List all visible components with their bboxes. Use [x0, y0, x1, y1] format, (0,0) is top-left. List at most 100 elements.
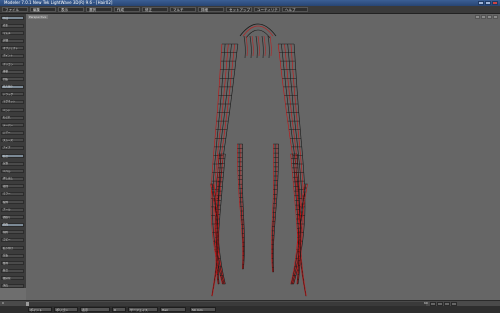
sidebar-button-label: ねじれ [3, 116, 11, 119]
sidebar-button-label: ナイフ [3, 146, 11, 149]
sidebar-button-label: 作成 [3, 16, 9, 20]
bang-strand [267, 35, 270, 59]
sidebar-button[interactable]: 反転 [1, 253, 24, 258]
sidebar-button[interactable]: ベベル [1, 169, 24, 173]
status-item[interactable]: 0 [112, 307, 126, 312]
menu-item[interactable]: 表示 [58, 7, 84, 12]
status-item[interactable]: 50 mm [190, 307, 216, 312]
sidebar-button[interactable]: 旋回 [1, 184, 24, 188]
sidebar-button[interactable]: 曲面 [1, 222, 24, 227]
sidebar-button[interactable]: 削除 [1, 230, 24, 234]
bang-strand-red [257, 35, 260, 57]
close-icon[interactable] [492, 1, 498, 5]
menu-item[interactable]: ファイル [2, 7, 28, 12]
sidebar-button-label: 配列 [3, 200, 9, 204]
sidebar-button-label: 押し出し [3, 177, 14, 180]
menu-item[interactable]: 詳細 [198, 7, 224, 12]
sidebar-button[interactable]: 細分化 [1, 276, 24, 280]
bang-strand [261, 35, 264, 59]
status-item-label: 0 [114, 308, 116, 312]
bang-strand [243, 35, 246, 59]
sidebar-button-label: 統合 [3, 269, 9, 272]
status-item[interactable]: サーフェイス [128, 307, 158, 312]
sidebar-button[interactable]: スムーズ [1, 138, 24, 142]
sidebar-button[interactable]: ポイント [1, 53, 24, 58]
sidebar-button-label: ポリゴン [3, 62, 14, 66]
menu-item[interactable]: 選択 [86, 7, 112, 12]
menu-item-label: 選択 [89, 8, 96, 12]
menu-item[interactable]: ユーティリティ [254, 7, 280, 17]
sidebar-button[interactable]: 配列 [1, 200, 24, 204]
menu-item[interactable]: セットアップ [226, 7, 252, 12]
sidebar-button-label: 細分化 [3, 276, 11, 280]
sidebar-button[interactable]: テーパー [1, 123, 24, 127]
sidebar-button[interactable]: 回転 [1, 77, 24, 81]
sidebar-button-label: 拡大縮小 [3, 85, 14, 88]
sidebar-button[interactable]: 移動 [1, 69, 24, 74]
menu-item-label: セットアップ [229, 8, 250, 12]
sidebar-button-label: 整列 [3, 261, 9, 265]
menu-item-label: マルチ [173, 8, 184, 12]
bang-strand-red [245, 35, 248, 57]
timeline-start: 0 [2, 301, 4, 305]
sidebar-button-label: 結合 [3, 154, 9, 158]
sidebar-button-label: ドラッグ [3, 92, 14, 96]
sidebar-button[interactable]: コピー [1, 237, 24, 242]
sidebar-button[interactable]: ねじれ [1, 115, 24, 120]
timeline-end: 60 [424, 301, 428, 305]
sidebar-button[interactable]: ミラー [1, 191, 24, 196]
status-item-label: 50 mm [192, 308, 203, 312]
status-item[interactable]: ポイント [28, 307, 52, 312]
sidebar-button-label: ミラー [3, 192, 11, 195]
menu-item-label: 編集 [33, 8, 40, 12]
sidebar-button[interactable]: 整列 [1, 261, 24, 265]
maximize-icon[interactable] [485, 1, 491, 5]
sidebar-button[interactable]: 作成 [1, 16, 24, 20]
sidebar-button[interactable]: ポリゴン [1, 62, 24, 66]
sidebar-button-label: 移動 [3, 70, 9, 73]
sidebar-button-label: ポイント [3, 54, 14, 57]
sidebar-button[interactable]: 結合 [1, 154, 24, 158]
sidebar-button[interactable]: 修正 [1, 23, 24, 28]
menu-item-label: 表示 [61, 8, 68, 12]
sidebar-button[interactable]: ナイフ [1, 145, 24, 150]
status-item[interactable]: ポリゴン [54, 307, 78, 312]
sidebar-button-label: オブジェクト [3, 46, 19, 50]
hair-mesh-wireframe [210, 23, 308, 297]
menu-item[interactable]: 編集 [30, 7, 56, 12]
bang-strand-red [269, 35, 272, 57]
status-item-label: ポイント [30, 308, 43, 312]
menu-item[interactable]: 作成 [114, 7, 140, 12]
sidebar-button[interactable]: 統合 [1, 268, 24, 273]
status-item-label: サーフェイス [130, 308, 148, 312]
hair-crown-red [242, 25, 274, 37]
status-item[interactable]: 表示 [80, 307, 110, 312]
viewport-perspective[interactable]: Perspective [26, 14, 500, 301]
menu-item[interactable]: マルチ [170, 7, 196, 12]
bang-strand-red [251, 35, 254, 57]
minimize-icon[interactable] [478, 1, 484, 5]
sidebar-button[interactable]: マルチ [1, 31, 24, 35]
sidebar-button[interactable]: ベンド [1, 108, 24, 112]
sidebar-button[interactable]: 分割 [1, 161, 24, 166]
sidebar-button[interactable]: マグネット [1, 99, 24, 104]
menu-item-label: 詳細 [201, 8, 208, 12]
sidebar-button-label: マルチ [3, 31, 11, 35]
sidebar-button[interactable]: 貼り付け [1, 246, 24, 250]
status-item[interactable]: Hair [160, 307, 186, 312]
sidebar-button-label: テーパー [3, 123, 13, 127]
sidebar-button-label: 旋回 [3, 184, 9, 188]
menu-item[interactable]: 修正 [142, 7, 168, 12]
sidebar-button-label: スムーズ [3, 138, 13, 142]
sidebar-button[interactable]: 頂点 [1, 283, 24, 288]
sidebar-button[interactable]: オブジェクト [1, 46, 24, 50]
sidebar-button[interactable]: 拡大縮小 [1, 84, 24, 89]
sidebar-button[interactable]: ドラッグ [1, 92, 24, 96]
sidebar-button[interactable]: シアー [1, 130, 24, 135]
sidebar-button[interactable]: ブール [1, 207, 24, 212]
sidebar-button-label: 修正 [3, 24, 9, 27]
sidebar-button[interactable]: 面取り [1, 215, 24, 219]
sidebar-button[interactable]: 押し出し [1, 176, 24, 181]
menu-item[interactable]: ヘルプ [282, 7, 308, 12]
sidebar-button[interactable]: 詳細 [1, 38, 24, 43]
